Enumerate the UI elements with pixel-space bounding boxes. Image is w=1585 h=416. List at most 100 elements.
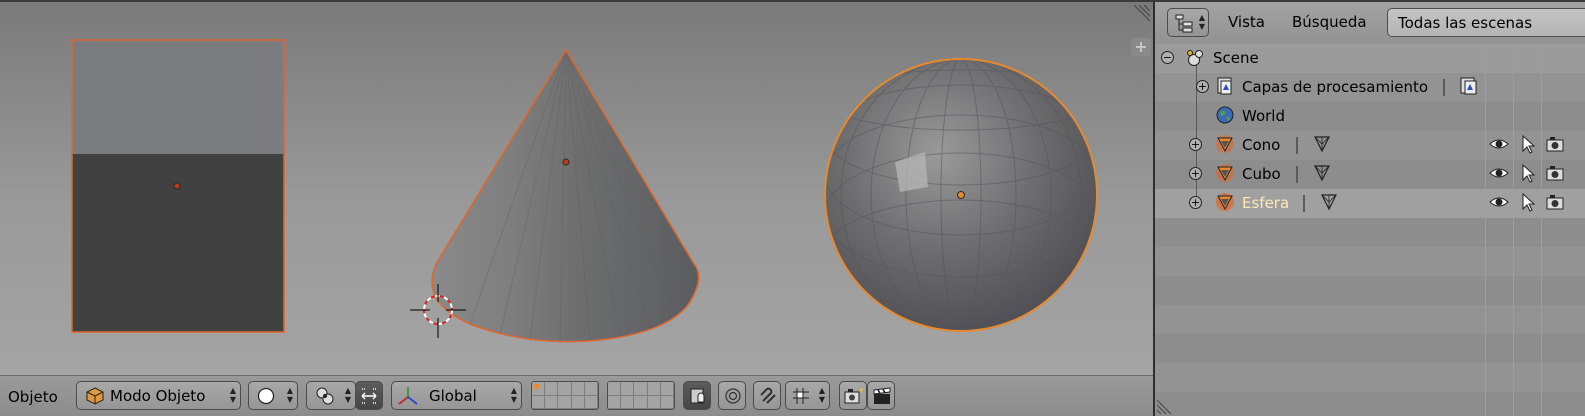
mode-label: Modo Objeto bbox=[110, 387, 206, 405]
restriction-column-divider bbox=[1485, 44, 1486, 416]
cursor-arrow-icon[interactable] bbox=[1518, 163, 1538, 183]
object-label-sphere[interactable]: Esfera bbox=[1242, 194, 1289, 212]
collapse-scene-icon[interactable]: − bbox=[1161, 51, 1174, 64]
layer-button[interactable] bbox=[584, 382, 598, 396]
camera-icon[interactable] bbox=[1545, 134, 1565, 154]
restriction-column-divider bbox=[1513, 44, 1514, 416]
layer-button[interactable] bbox=[660, 395, 674, 409]
sphere-object[interactable] bbox=[824, 58, 1098, 332]
mesh-data-icon[interactable] bbox=[1312, 134, 1332, 154]
lock-camera-layers-toggle[interactable] bbox=[683, 381, 711, 410]
area-split-grip-icon[interactable] bbox=[1132, 5, 1150, 23]
search-menu[interactable]: Búsqueda bbox=[1292, 13, 1367, 31]
layer-button[interactable] bbox=[621, 382, 635, 396]
scene-layers-group-1[interactable] bbox=[531, 381, 599, 410]
axis-manipulator-icon bbox=[398, 387, 418, 405]
orientation-label: Global bbox=[429, 387, 477, 405]
mesh-data-icon[interactable] bbox=[1312, 163, 1332, 183]
empty-row bbox=[1155, 392, 1585, 416]
layer-button[interactable] bbox=[647, 382, 661, 396]
proportional-editing-button[interactable] bbox=[718, 381, 746, 410]
eye-icon[interactable] bbox=[1489, 134, 1509, 154]
object-menu[interactable]: Objeto bbox=[8, 388, 58, 406]
layer-1-button[interactable] bbox=[532, 382, 546, 396]
cube-object[interactable] bbox=[71, 39, 285, 333]
cursor-arrow-icon[interactable] bbox=[1518, 192, 1538, 212]
camera-icon[interactable] bbox=[1545, 192, 1565, 212]
layer-button[interactable] bbox=[571, 382, 585, 396]
object-label-cube[interactable]: Cubo bbox=[1242, 165, 1281, 183]
snap-element-selector[interactable]: ▲ ▼ bbox=[785, 381, 830, 410]
layer-button[interactable] bbox=[608, 382, 622, 396]
render-layers-label[interactable]: Capas de procesamiento bbox=[1242, 78, 1428, 96]
svg-text:✦: ✦ bbox=[858, 386, 865, 395]
updown-arrows-icon: ▲ ▼ bbox=[1198, 13, 1205, 31]
layer-button[interactable] bbox=[647, 395, 661, 409]
layer-button[interactable] bbox=[571, 395, 585, 409]
layer-button[interactable] bbox=[558, 382, 572, 396]
opengl-render-animation-button[interactable] bbox=[867, 381, 895, 410]
scene-label[interactable]: Scene bbox=[1213, 49, 1259, 67]
expand-cone-icon[interactable]: + bbox=[1189, 138, 1202, 151]
eye-icon[interactable] bbox=[1489, 192, 1509, 212]
outliner-editor[interactable]: ▲ ▼ Vista Búsqueda Todas las escenas − Sc… bbox=[1153, 0, 1585, 416]
opengl-render-image-button[interactable]: ✦ bbox=[839, 381, 867, 410]
viewport-shading-selector[interactable]: ▲ ▼ bbox=[248, 381, 298, 410]
mode-selector[interactable]: Modo Objeto ▲ ▼ bbox=[76, 381, 241, 410]
editor-type-selector[interactable]: ▲ ▼ bbox=[1167, 8, 1209, 37]
empty-row bbox=[1155, 305, 1585, 334]
snap-toggle[interactable] bbox=[753, 381, 781, 410]
3d-view-header: Objeto Modo Objeto ▲ ▼ ▲ ▼ ▲ ▼ Global ▲ ▼ bbox=[0, 375, 1153, 416]
empty-row bbox=[1155, 276, 1585, 305]
mesh-object-icon bbox=[1216, 193, 1234, 211]
layer-button[interactable] bbox=[608, 395, 622, 409]
layer-button[interactable] bbox=[634, 395, 648, 409]
object-label-cone[interactable]: Cono bbox=[1242, 136, 1280, 154]
layer-button[interactable] bbox=[660, 382, 674, 396]
expand-render-layers-icon[interactable]: + bbox=[1196, 80, 1209, 93]
updown-arrows-icon: ▲ ▼ bbox=[818, 386, 825, 404]
expand-cube-icon[interactable]: + bbox=[1189, 167, 1202, 180]
world-label[interactable]: World bbox=[1242, 107, 1285, 125]
viewport-scene[interactable] bbox=[0, 2, 1153, 375]
cone-object[interactable] bbox=[431, 48, 700, 344]
camera-render-icon: ✦ bbox=[844, 386, 865, 404]
area-split-grip-icon[interactable] bbox=[1157, 398, 1173, 414]
clapperboard-icon bbox=[873, 387, 891, 404]
solid-shading-icon bbox=[257, 387, 275, 405]
camera-icon[interactable] bbox=[1545, 163, 1565, 183]
manipulator-toggle[interactable] bbox=[355, 381, 383, 410]
lock-layers-icon bbox=[690, 388, 705, 404]
snap-increment-icon bbox=[793, 388, 809, 404]
layer-button[interactable] bbox=[634, 382, 648, 396]
expand-sphere-icon[interactable]: + bbox=[1189, 196, 1202, 209]
layer-button[interactable] bbox=[532, 395, 546, 409]
layer-button[interactable] bbox=[584, 395, 598, 409]
layer-button[interactable] bbox=[558, 395, 572, 409]
mesh-data-icon[interactable] bbox=[1319, 192, 1339, 212]
scene-layers-group-2[interactable] bbox=[607, 381, 675, 410]
transform-orientation-selector[interactable]: Global ▲ ▼ bbox=[391, 381, 522, 410]
layer-button[interactable] bbox=[545, 395, 559, 409]
updown-arrows-icon: ▲ ▼ bbox=[229, 386, 236, 404]
separator bbox=[1443, 79, 1445, 96]
magnet-icon bbox=[760, 387, 776, 404]
layer-button[interactable] bbox=[621, 395, 635, 409]
3d-viewport[interactable]: + bbox=[0, 0, 1153, 375]
proportional-edit-icon bbox=[725, 388, 741, 404]
view-menu[interactable]: Vista bbox=[1228, 13, 1265, 31]
tree-connector bbox=[1196, 58, 1197, 204]
empty-row bbox=[1155, 247, 1585, 276]
eye-icon[interactable] bbox=[1489, 163, 1509, 183]
updown-arrows-icon: ▲ ▼ bbox=[344, 386, 351, 404]
outliner-tree: − Scene + Capas de procesamiento World +… bbox=[1155, 44, 1585, 416]
add-region-plus-icon[interactable]: + bbox=[1131, 38, 1151, 56]
outliner-header: ▲ ▼ Vista Búsqueda Todas las escenas bbox=[1155, 2, 1585, 44]
layer-button[interactable] bbox=[545, 382, 559, 396]
scene-icon bbox=[1187, 50, 1203, 66]
pivot-point-selector[interactable]: ▲ ▼ bbox=[306, 381, 356, 410]
render-layer-icon[interactable] bbox=[1459, 76, 1479, 96]
display-mode-selector[interactable]: Todas las escenas bbox=[1387, 8, 1585, 37]
updown-arrows-icon: ▲ ▼ bbox=[286, 386, 293, 404]
cursor-arrow-icon[interactable] bbox=[1518, 134, 1538, 154]
